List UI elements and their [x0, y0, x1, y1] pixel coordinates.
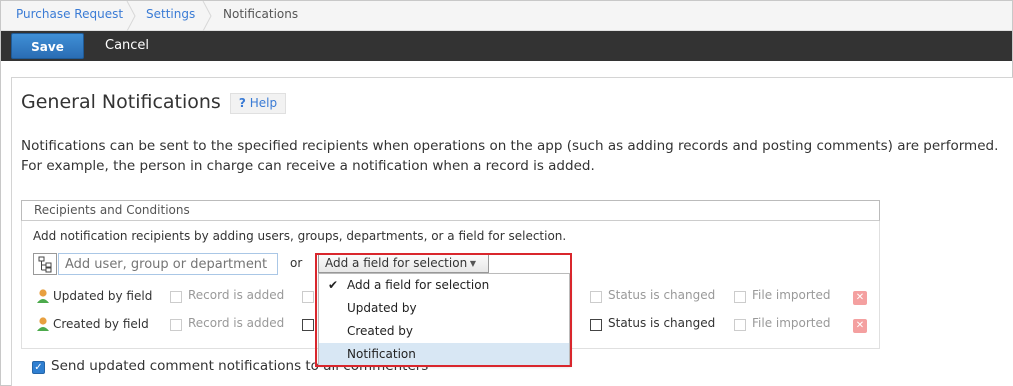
breadcrumb: Purchase Request Settings Notifications [1, 1, 1012, 31]
description-line-2: For example, the person in charge can re… [21, 158, 595, 174]
help-label: Help [249, 96, 278, 110]
field-selection-dropdown[interactable]: Add a field for selection ▼ [318, 254, 489, 273]
menu-item-add-field[interactable]: ✔ Add a field for selection [319, 274, 569, 297]
hidden-option-checkbox[interactable] [302, 291, 314, 303]
chevron-right-icon [202, 1, 212, 31]
status-changed-label: Status is changed [608, 288, 716, 302]
help-button[interactable]: ? Help [230, 93, 286, 114]
hidden-option-checkbox[interactable] [302, 319, 314, 331]
file-imported-label: File imported [752, 316, 831, 330]
action-toolbar: Save Cancel [1, 31, 1012, 61]
menu-item-notification[interactable]: Notification [319, 343, 569, 366]
created-by-field-label: Created by field [53, 317, 149, 331]
org-tree-icon [38, 256, 52, 273]
help-icon: ? [238, 96, 246, 110]
menu-item-label: Created by [347, 324, 414, 338]
menu-item-label: Notification [347, 347, 416, 361]
menu-item-label: Add a field for selection [347, 278, 490, 292]
checkmark-icon: ✓ [34, 362, 43, 373]
recipients-instruction: Add notification recipients by adding us… [33, 229, 567, 243]
file-imported-label: File imported [752, 288, 831, 302]
org-tree-button[interactable] [33, 253, 57, 275]
person-icon [37, 317, 49, 331]
menu-item-updated-by[interactable]: Updated by [319, 297, 569, 320]
breadcrumb-settings[interactable]: Settings [146, 1, 195, 31]
close-icon: ✕ [855, 292, 865, 303]
cancel-button[interactable]: Cancel [105, 33, 149, 59]
file-imported-checkbox[interactable] [734, 319, 746, 331]
delete-row-button[interactable]: ✕ [853, 319, 867, 333]
or-label: or [290, 256, 303, 270]
field-select-label: Add a field for selection [325, 256, 468, 270]
status-changed-checkbox[interactable] [590, 291, 602, 303]
checkmark-icon: ✔ [328, 278, 339, 292]
menu-item-created-by[interactable]: Created by [319, 320, 569, 343]
save-button[interactable]: Save [11, 33, 84, 59]
chevron-right-icon [126, 1, 136, 31]
file-imported-checkbox[interactable] [734, 291, 746, 303]
record-added-label: Record is added [188, 288, 285, 302]
status-changed-label: Status is changed [608, 316, 716, 330]
send-comment-checkbox[interactable]: ✓ [32, 361, 45, 374]
record-added-label: Record is added [188, 316, 285, 330]
breadcrumb-notifications: Notifications [223, 7, 299, 21]
close-icon: ✕ [855, 320, 865, 331]
field-selection-menu: ✔ Add a field for selection Updated by C… [318, 273, 570, 366]
menu-item-label: Updated by [347, 301, 417, 315]
delete-row-button[interactable]: ✕ [853, 291, 867, 305]
recipients-header: Recipients and Conditions [21, 200, 880, 221]
updated-by-field-label: Updated by field [53, 289, 153, 303]
record-added-checkbox[interactable] [170, 291, 182, 303]
dropdown-caret-icon: ▼ [469, 259, 476, 268]
person-icon [37, 289, 49, 303]
breadcrumb-purchase-request[interactable]: Purchase Request [16, 1, 123, 31]
record-added-checkbox[interactable] [170, 319, 182, 331]
page-title: General Notifications [21, 91, 221, 113]
description-line-1: Notifications can be sent to the specifi… [21, 138, 999, 154]
status-changed-checkbox[interactable] [590, 319, 602, 331]
user-group-department-input[interactable] [58, 253, 278, 275]
